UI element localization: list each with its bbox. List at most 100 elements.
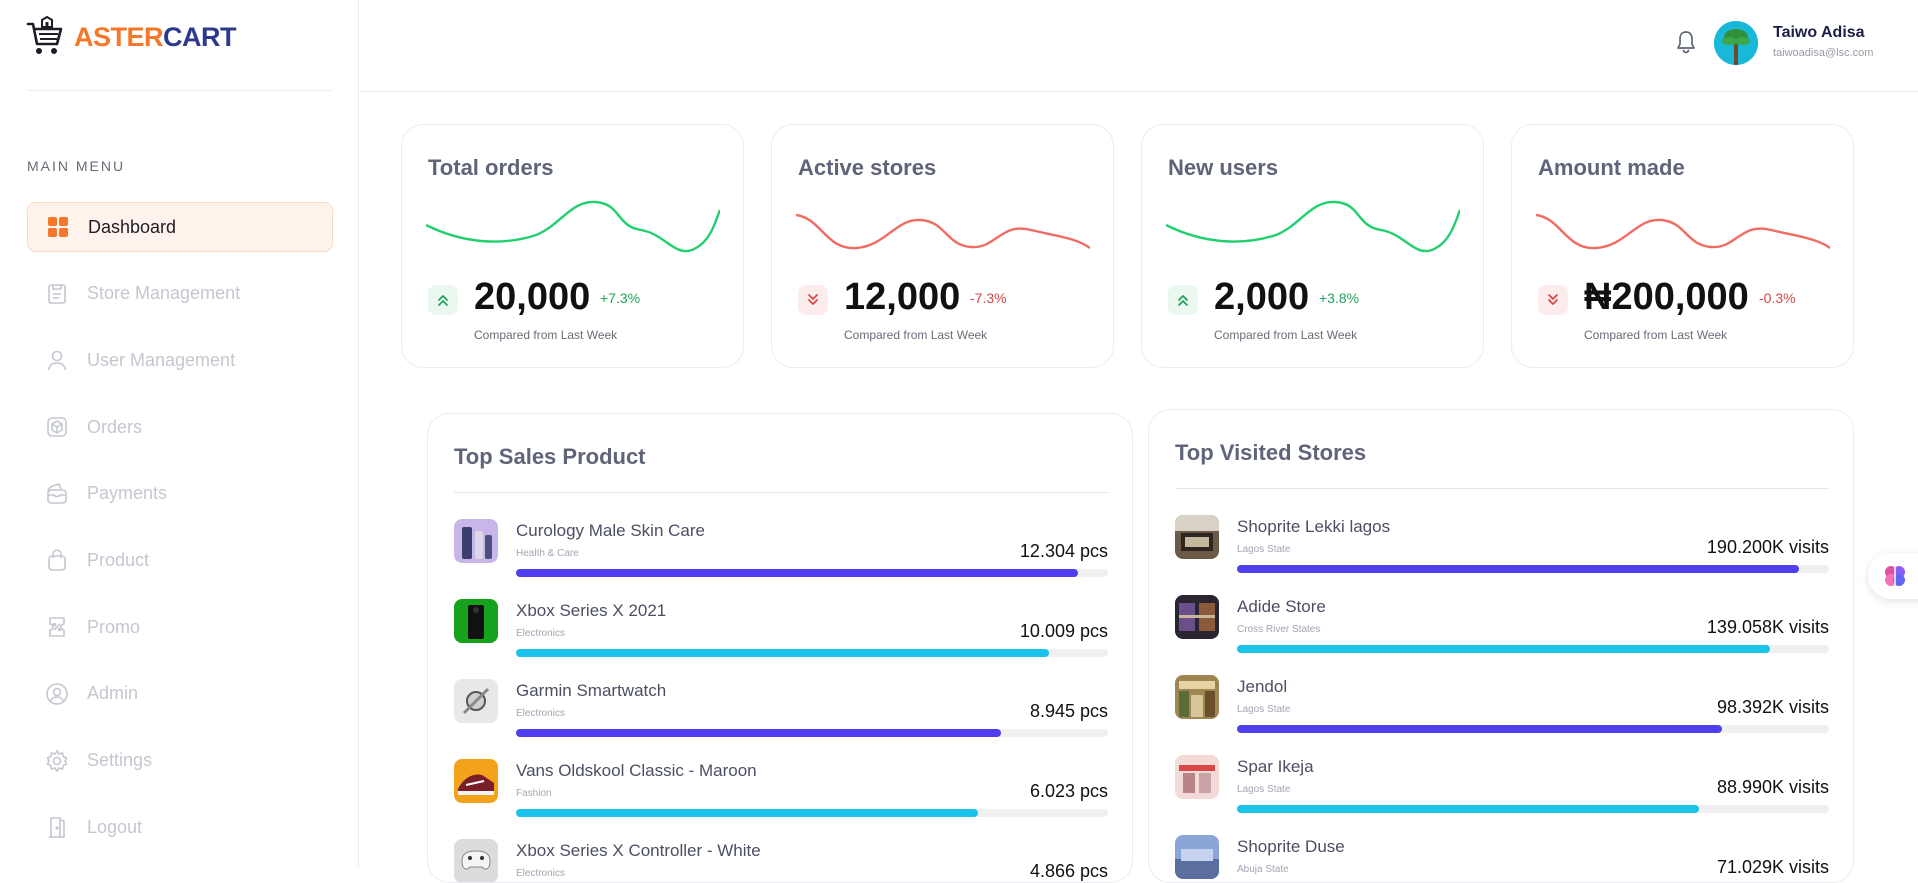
user-name[interactable]: Taiwo Adisa (1773, 24, 1865, 42)
brain-icon (1885, 566, 1905, 586)
store-visits: 190.200K visits (1706, 537, 1829, 557)
product-row[interactable]: Curology Male Skin Care Health & Care 12.3… (454, 519, 1108, 591)
progress-fill (516, 569, 1079, 577)
sidebar-item-logout[interactable]: Logout (27, 802, 333, 852)
main-menu: Dashboard Store Management User Management… (27, 202, 333, 869)
stat-card-total-orders[interactable]: Total orders 20,000 +7.3% Compared from Las… (401, 124, 744, 368)
product-row[interactable]: Xbox Series X 2021 Electronics 10.009 pcs (454, 599, 1108, 671)
product-row[interactable]: Xbox Series X Controller - White Electron… (454, 839, 1108, 882)
sidebar-item-product[interactable]: Product (27, 535, 333, 585)
store-location: Lagos State (1237, 704, 1291, 715)
stat-card-new-users[interactable]: New users 2,000 +3.8% Compared from Last We… (1141, 124, 1484, 368)
user-icon (45, 348, 69, 372)
card-title: Amount made (1538, 155, 1685, 180)
sidebar-item-label: Dashboard (88, 216, 177, 237)
store-location: Cross River States (1237, 624, 1321, 635)
card-value: ₦200,000 (1584, 276, 1749, 318)
panel-title: Top Sales Product (454, 444, 646, 469)
product-quantity: 6.023 pcs (1029, 781, 1108, 801)
sidebar-item-label: Product (87, 549, 150, 570)
sidebar-item-dashboard[interactable]: Dashboard (27, 202, 333, 252)
product-quantity: 8.945 pcs (1029, 701, 1108, 721)
store-location: Lagos State (1237, 544, 1291, 555)
avatar-image (1714, 21, 1758, 65)
store-row[interactable]: Spar Ikeja Lagos State 88.990K visits (1175, 755, 1829, 827)
grid-icon (46, 215, 70, 239)
product-name: Garmin Smartwatch (516, 681, 667, 700)
product-category: Electronics (516, 868, 565, 879)
sidebar-item-store-management[interactable]: Store Management (27, 269, 333, 319)
sidebar-item-promo[interactable]: Promo (27, 602, 333, 652)
sparkline (1536, 213, 1830, 250)
card-note: Compared from Last Week (1584, 328, 1728, 342)
store-row[interactable]: Shoprite Duse Abuja State 71.029K visits (1175, 835, 1829, 882)
store-name: Shoprite Lekki lagos (1237, 517, 1391, 536)
sidebar-item-orders[interactable]: Orders (27, 402, 333, 452)
card-delta: +3.8% (1319, 290, 1360, 306)
sparkline (426, 200, 720, 253)
app-logo[interactable]: ASTERCART (26, 16, 237, 58)
sidebar-item-label: Promo (87, 616, 141, 637)
sidebar-item-admin[interactable]: Admin (27, 669, 333, 719)
sidebar-item-label: Admin (87, 683, 139, 704)
sparkline (1166, 200, 1460, 253)
card-delta: +7.3% (600, 290, 641, 306)
progress-track (1237, 565, 1829, 573)
product-category: Electronics (516, 628, 565, 639)
sidebar-item-label: Orders (87, 416, 143, 437)
store-image (1175, 755, 1219, 799)
store-name: Spar Ikeja (1237, 757, 1314, 776)
sidebar-item-label: Store Management (87, 283, 241, 304)
product-row[interactable]: Garmin Smartwatch Electronics 8.945 pcs (454, 679, 1108, 751)
logo-text-part2: CART (163, 21, 237, 52)
trend-down-icon (798, 285, 828, 315)
sidebar-item-payments[interactable]: Payments (27, 469, 333, 519)
sidebar-item-user-management[interactable]: User Management (27, 335, 333, 385)
store-row[interactable]: Jendol Lagos State 98.392K visits (1175, 675, 1829, 747)
product-category: Health & Care (516, 548, 579, 559)
card-title: Active stores (798, 155, 937, 180)
avatar[interactable] (1714, 21, 1758, 65)
product-name: Curology Male Skin Care (516, 521, 705, 540)
product-name: Xbox Series X 2021 (516, 601, 667, 620)
store-visits: 139.058K visits (1706, 617, 1829, 637)
logo-text-part1: ASTER (74, 21, 164, 52)
divider (1175, 488, 1829, 489)
product-name: Vans Oldskool Classic - Maroon (516, 761, 757, 780)
card-value: 12,000 (844, 276, 961, 318)
product-image (454, 839, 498, 882)
door-icon (45, 815, 69, 839)
store-name: Shoprite Duse (1237, 837, 1345, 856)
store-visits: 98.392K visits (1716, 697, 1829, 717)
store-row[interactable]: Shoprite Lekki lagos Lagos State 190.200K … (1175, 515, 1829, 587)
assistant-button[interactable] (1868, 553, 1918, 599)
product-image (454, 599, 498, 643)
store-location: Abuja State (1237, 864, 1289, 875)
wallet-icon (45, 482, 69, 506)
card-title: Total orders (428, 155, 554, 180)
store-image (1175, 595, 1219, 639)
admin-icon (45, 682, 69, 706)
card-value: 2,000 (1214, 276, 1310, 318)
product-category: Electronics (516, 708, 565, 719)
divider (27, 90, 332, 91)
stat-card-active-stores[interactable]: Active stores 12,000 -7.3% Compared from La… (771, 124, 1114, 368)
sidebar-item-label: Payments (87, 483, 168, 504)
progress-track (1237, 805, 1829, 813)
product-row[interactable]: Vans Oldskool Classic - Maroon Fashion 6.0… (454, 759, 1108, 831)
store-name: Jendol (1237, 677, 1288, 696)
sidebar-item-settings[interactable]: Settings (27, 736, 333, 786)
box-icon (45, 415, 69, 439)
user-email: taiwoadisa@lsc.com (1773, 47, 1874, 59)
progress-track (1237, 645, 1829, 653)
panel-title: Top Visited Stores (1175, 440, 1367, 465)
card-delta: -7.3% (970, 290, 1007, 306)
progress-fill (516, 649, 1049, 657)
bell-icon[interactable] (1674, 29, 1698, 55)
store-row[interactable]: Adide Store Cross River States 139.058K vi… (1175, 595, 1829, 667)
stat-card-amount-made[interactable]: Amount made ₦200,000 -0.3% Compared from La… (1511, 124, 1854, 368)
top-sales-panel: Top Sales Product Curology Male Skin Car… (427, 413, 1133, 883)
progress-track (516, 569, 1108, 577)
coupon-icon (45, 615, 69, 639)
card-note: Compared from Last Week (474, 328, 618, 342)
